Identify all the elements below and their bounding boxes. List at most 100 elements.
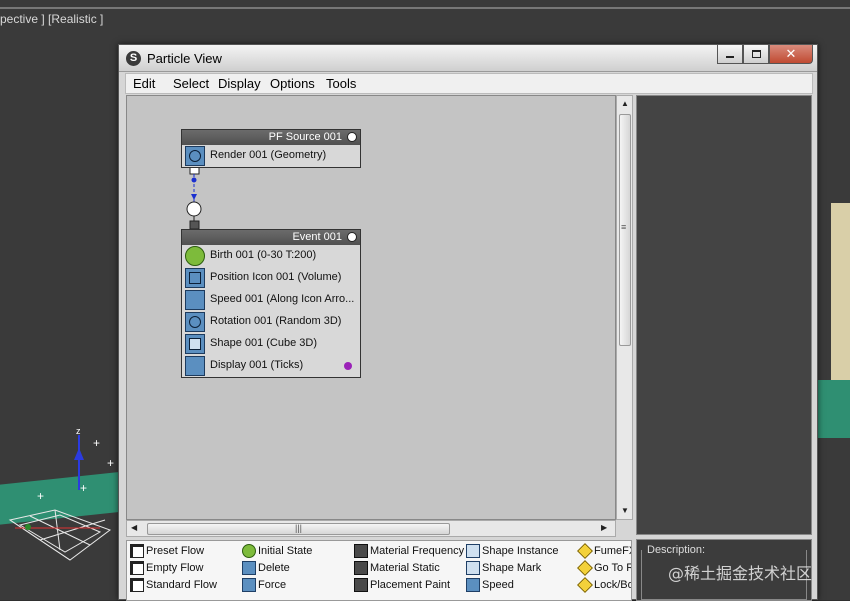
node-pf-source[interactable]: PF Source 001 Render 001 (Geometry) bbox=[181, 129, 361, 168]
force-icon bbox=[242, 578, 256, 592]
node-event[interactable]: Event 001 Birth 001 (0-30 T:200) Positio… bbox=[181, 229, 361, 378]
scene-object-beige bbox=[831, 203, 850, 380]
render-eye-icon bbox=[185, 146, 205, 166]
position-icon bbox=[185, 268, 205, 288]
light-bulb-icon[interactable] bbox=[347, 132, 357, 142]
light-bulb-icon[interactable] bbox=[347, 232, 357, 242]
particle-graph[interactable]: PF Source 001 Render 001 (Geometry) Even… bbox=[126, 95, 616, 520]
depot-label: Lock/Bo bbox=[594, 579, 632, 591]
close-icon: ✕ bbox=[785, 46, 797, 62]
depot-item[interactable]: Go To R bbox=[577, 560, 632, 576]
svg-text:+: + bbox=[80, 481, 87, 495]
delete-icon bbox=[242, 561, 256, 575]
lock-bond-icon bbox=[577, 577, 593, 593]
scroll-down-icon[interactable]: ▼ bbox=[621, 506, 629, 515]
maximize-button[interactable] bbox=[743, 45, 769, 64]
rotation-icon bbox=[185, 312, 205, 332]
depot-item[interactable]: Lock/Bo bbox=[577, 577, 632, 593]
menu-tools[interactable]: Tools bbox=[326, 76, 356, 91]
horizontal-scroll-thumb[interactable]: ||| bbox=[147, 523, 450, 535]
operator-row[interactable]: Display 001 (Ticks) bbox=[182, 355, 360, 377]
flow-icon bbox=[130, 544, 144, 558]
operator-row[interactable]: Rotation 001 (Random 3D) bbox=[182, 311, 360, 333]
menu-edit[interactable]: Edit bbox=[133, 76, 155, 91]
close-button[interactable]: ✕ bbox=[769, 45, 813, 64]
depot-label: Shape Instance bbox=[482, 545, 559, 557]
depot-label: Initial State bbox=[258, 545, 313, 557]
grip-icon: ≡ bbox=[621, 222, 626, 232]
operator-label: Birth 001 (0-30 T:200) bbox=[210, 249, 317, 261]
menu-select[interactable]: Select bbox=[173, 76, 209, 91]
depot-item[interactable]: Shape Mark bbox=[466, 561, 541, 575]
scroll-up-icon[interactable]: ▲ bbox=[621, 99, 629, 108]
depot-label: Force bbox=[258, 579, 287, 591]
depot-item[interactable]: Material Frequency bbox=[354, 544, 464, 558]
menu-options[interactable]: Options bbox=[270, 76, 315, 91]
depot-item[interactable]: Material Static bbox=[354, 561, 440, 575]
depot-item[interactable]: Initial State bbox=[242, 544, 312, 558]
go-to-rotation-icon bbox=[577, 560, 593, 576]
node-header[interactable]: Event 001 bbox=[182, 230, 360, 245]
operator-row[interactable]: Shape 001 (Cube 3D) bbox=[182, 333, 360, 355]
depot-label: Material Static bbox=[370, 562, 440, 574]
operator-label: Shape 001 (Cube 3D) bbox=[210, 337, 318, 349]
material-icon bbox=[354, 544, 368, 558]
scroll-left-icon[interactable]: ◀ bbox=[131, 523, 137, 532]
vertical-scroll-thumb[interactable]: ≡ bbox=[619, 114, 631, 346]
depot-item[interactable]: Preset Flow bbox=[130, 544, 204, 558]
depot-item[interactable]: Delete bbox=[242, 561, 290, 575]
operator-label: Speed 001 (Along Icon Arro... bbox=[210, 293, 355, 305]
operator-row[interactable]: Birth 001 (0-30 T:200) bbox=[182, 245, 360, 267]
depot-label: Delete bbox=[258, 562, 290, 574]
depot-label: Placement Paint bbox=[370, 579, 451, 591]
operator-row[interactable]: Position Icon 001 (Volume) bbox=[182, 267, 360, 289]
window-title: Particle View bbox=[147, 51, 222, 66]
parameters-panel[interactable] bbox=[636, 95, 812, 535]
depot-item[interactable]: Speed bbox=[466, 578, 514, 592]
minimize-button[interactable] bbox=[717, 45, 743, 64]
scroll-right-icon[interactable]: ▶ bbox=[601, 523, 607, 532]
description-label: Description: bbox=[645, 544, 708, 556]
operator-row[interactable]: Speed 001 (Along Icon Arro... bbox=[182, 289, 360, 311]
shape-instance-icon bbox=[466, 544, 480, 558]
horizontal-scrollbar[interactable]: ◀ ||| ▶ bbox=[126, 520, 616, 537]
depot-item[interactable]: Shape Instance bbox=[466, 544, 558, 558]
svg-text:+: + bbox=[93, 436, 100, 450]
birth-icon bbox=[185, 246, 205, 266]
operator-depot[interactable]: Preset Flow Empty Flow Standard Flow Ini… bbox=[126, 540, 632, 601]
app-logo-icon: S bbox=[126, 51, 141, 66]
watermark: @稀土掘金技术社区 bbox=[668, 564, 813, 583]
grip-icon: ||| bbox=[295, 523, 303, 533]
depot-label: FumeFX bbox=[594, 545, 632, 557]
svg-text:+: + bbox=[37, 489, 44, 503]
operator-label: Render 001 (Geometry) bbox=[210, 149, 327, 161]
node-header[interactable]: PF Source 001 bbox=[182, 130, 360, 145]
depot-label: Go To R bbox=[594, 562, 632, 574]
operator-row[interactable]: Render 001 (Geometry) bbox=[182, 145, 360, 167]
depot-item[interactable]: FumeFX bbox=[577, 543, 632, 559]
operator-label: Display 001 (Ticks) bbox=[210, 359, 304, 371]
flow-icon bbox=[130, 578, 144, 592]
speed-icon bbox=[466, 578, 480, 592]
window-controls: ✕ bbox=[717, 45, 813, 64]
vertical-scrollbar[interactable]: ▲ ≡ ▼ bbox=[616, 95, 633, 520]
depot-label: Empty Flow bbox=[146, 562, 204, 574]
speed-arrow-icon bbox=[185, 290, 205, 310]
depot-item[interactable]: Force bbox=[242, 578, 286, 592]
viewport-label[interactable]: pective ] [Realistic ] bbox=[0, 12, 103, 26]
depot-item[interactable]: Standard Flow bbox=[130, 578, 217, 592]
particle-view-window[interactable]: S Particle View ✕ Edit Select Display Op… bbox=[118, 44, 818, 601]
flow-icon bbox=[130, 561, 144, 575]
display-icon bbox=[185, 356, 205, 376]
minimize-icon bbox=[726, 56, 734, 58]
depot-label: Shape Mark bbox=[482, 562, 542, 574]
svg-text:z: z bbox=[76, 426, 81, 436]
title-bar[interactable]: S Particle View ✕ bbox=[119, 45, 817, 72]
display-color-dot bbox=[344, 362, 352, 370]
depot-label: Preset Flow bbox=[146, 545, 205, 557]
depot-item[interactable]: Empty Flow bbox=[130, 561, 203, 575]
transform-gizmo-icon[interactable]: z + + + + bbox=[0, 420, 125, 600]
depot-item[interactable]: Placement Paint bbox=[354, 578, 450, 592]
menu-display[interactable]: Display bbox=[218, 76, 261, 91]
shape-mark-icon bbox=[466, 561, 480, 575]
